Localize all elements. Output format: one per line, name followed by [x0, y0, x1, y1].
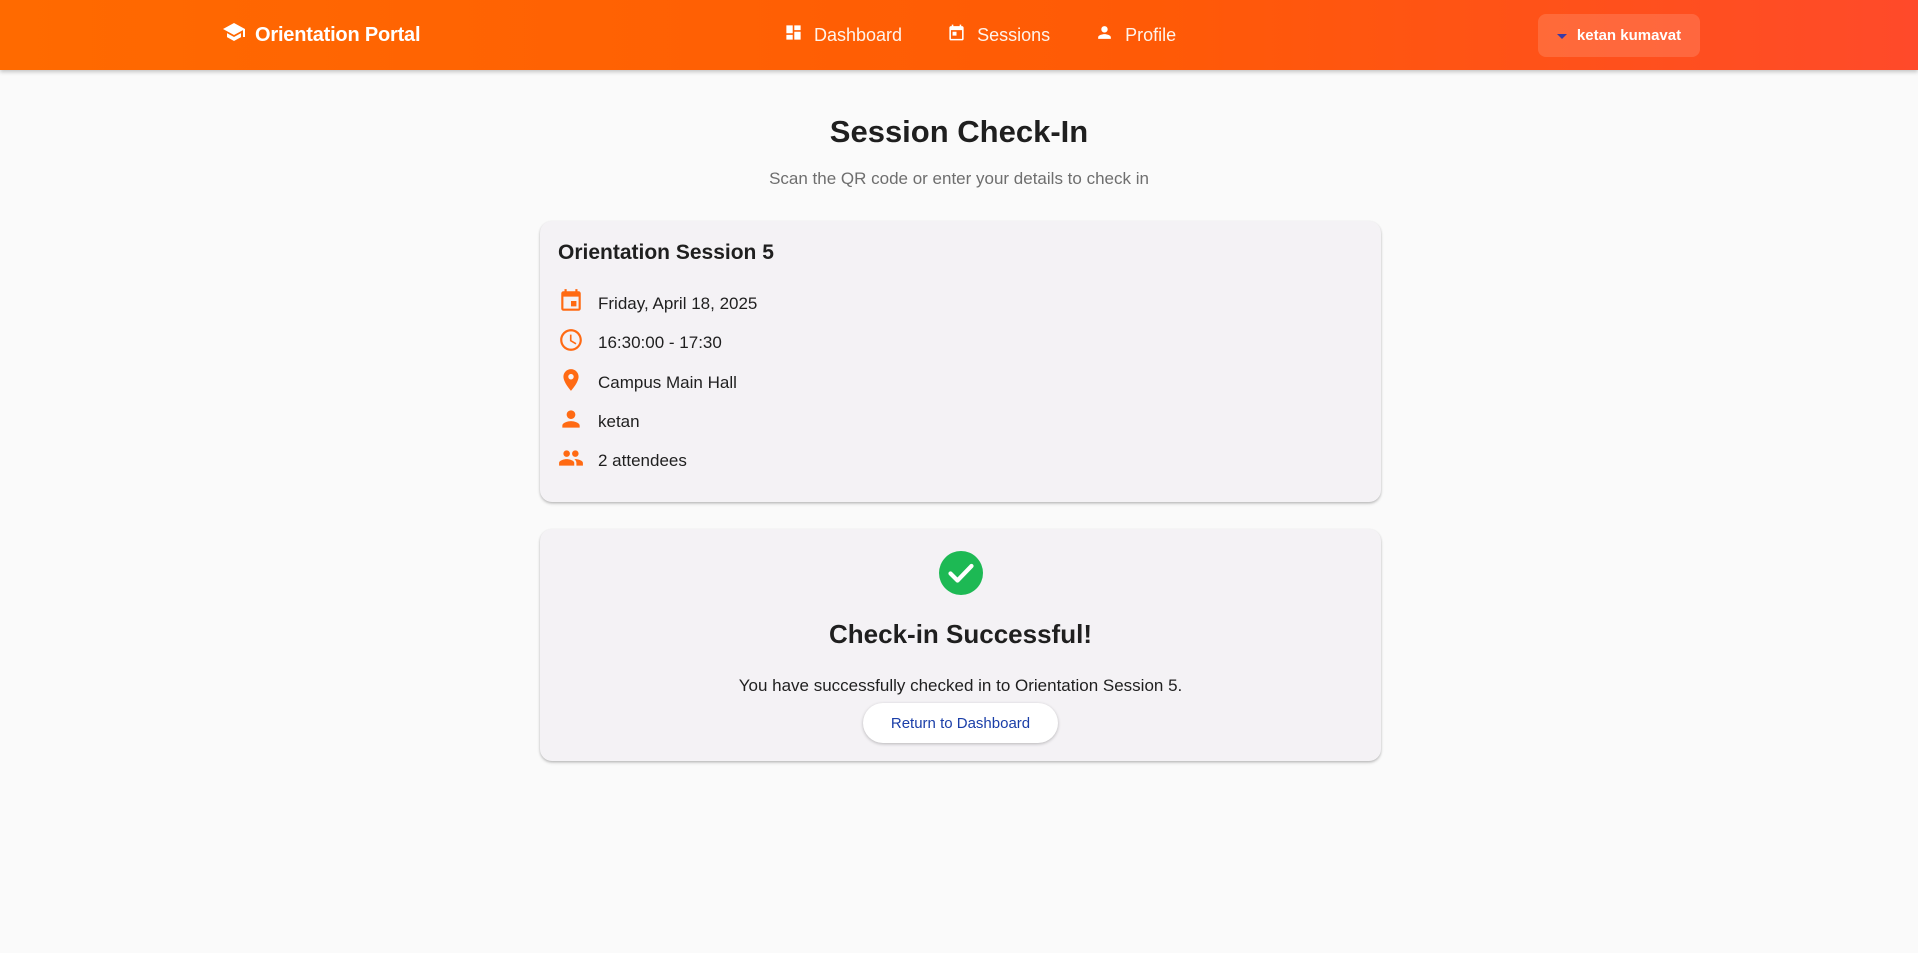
check-circle-icon	[938, 550, 984, 596]
page-title: Session Check-In	[829, 114, 1089, 149]
nav-dashboard[interactable]: Dashboard	[784, 23, 902, 47]
location-pin-icon	[558, 367, 584, 398]
session-time-row: 16:30:00 - 17:30	[558, 327, 722, 358]
group-icon	[558, 445, 584, 476]
session-attendees-row: 2 attendees	[558, 445, 687, 476]
calendar-event-icon	[558, 288, 584, 319]
brand-name: Orientation Portal	[255, 23, 421, 46]
session-location-row: Campus Main Hall	[558, 367, 737, 398]
session-attendees: 2 attendees	[598, 450, 687, 470]
top-app-bar: Orientation Portal Dashboard Sessions Pr…	[0, 0, 1918, 70]
session-date-row: Friday, April 18, 2025	[558, 288, 757, 319]
session-title: Orientation Session 5	[558, 241, 774, 264]
nav-profile-label: Profile	[1125, 24, 1177, 45]
nav-sessions[interactable]: Sessions	[947, 23, 1050, 47]
success-message: You have successfully checked in to Orie…	[738, 676, 1183, 695]
person-icon	[1095, 23, 1114, 47]
dashboard-icon	[784, 23, 803, 47]
person-icon	[558, 406, 584, 437]
calendar-icon	[947, 23, 966, 47]
session-time: 16:30:00 - 17:30	[598, 332, 722, 352]
page-subtitle: Scan the QR code or enter your details t…	[769, 169, 1149, 188]
session-location: Campus Main Hall	[598, 372, 737, 392]
graduation-cap-icon	[222, 20, 246, 50]
checkin-success-card: Check-in Successful! You have successful…	[540, 529, 1381, 761]
session-date: Friday, April 18, 2025	[598, 293, 758, 313]
session-details-card: Orientation Session 5 Friday, April 18, …	[540, 221, 1381, 502]
nav-profile[interactable]: Profile	[1095, 23, 1176, 47]
session-host: ketan	[598, 411, 640, 431]
nav-dashboard-label: Dashboard	[814, 24, 903, 45]
clock-icon	[558, 327, 584, 358]
nav-sessions-label: Sessions	[977, 24, 1051, 45]
user-name: ketan kumavat	[1576, 27, 1682, 44]
caret-down-icon	[1556, 34, 1567, 39]
brand[interactable]: Orientation Portal	[222, 0, 421, 70]
session-host-row: ketan	[558, 406, 640, 437]
return-to-dashboard-button[interactable]: Return to Dashboard	[863, 703, 1058, 743]
main-nav: Dashboard Sessions Profile	[784, 0, 1176, 70]
success-title: Check-in Successful!	[829, 619, 1092, 649]
user-menu-button[interactable]: ketan kumavat	[1538, 14, 1700, 57]
